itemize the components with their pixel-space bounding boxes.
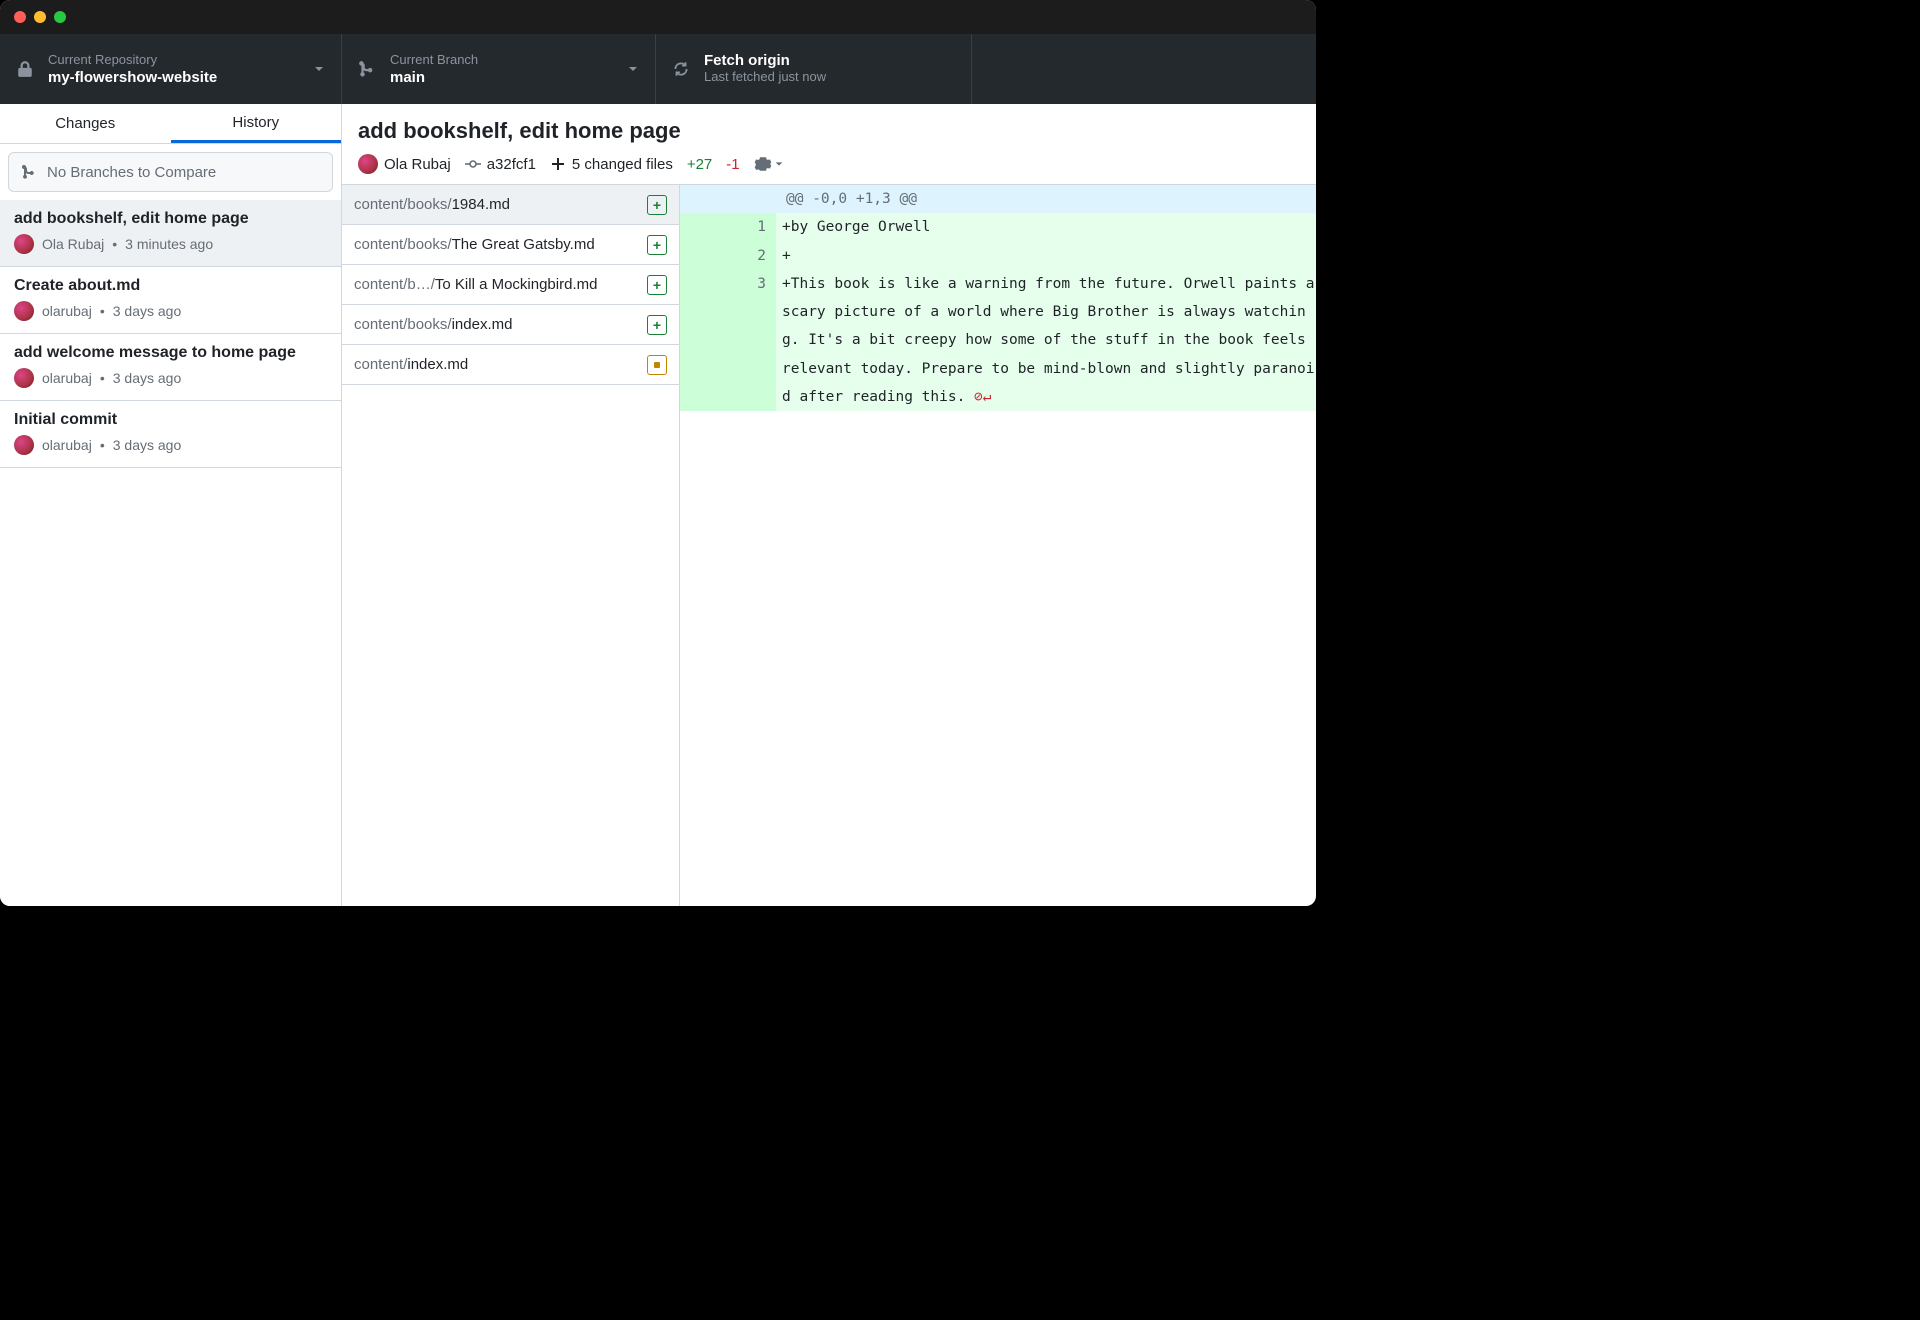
window-zoom-button[interactable] <box>54 11 66 23</box>
file-added-icon: + <box>647 275 667 295</box>
branch-compare-selector[interactable]: No Branches to Compare <box>8 152 333 192</box>
window-close-button[interactable] <box>14 11 26 23</box>
file-path: content/books/The Great Gatsby.md <box>354 236 639 253</box>
chevron-down-icon <box>627 63 639 75</box>
macos-titlebar <box>0 0 1316 34</box>
detail-pane: add bookshelf, edit home page Ola Rubaj … <box>342 104 1316 906</box>
gear-icon <box>754 155 772 173</box>
file-path: content/b…/To Kill a Mockingbird.md <box>354 276 639 293</box>
diff-line-added: 2+ <box>680 242 1316 270</box>
no-newline-icon: ⊘↵ <box>965 389 991 405</box>
window-minimize-button[interactable] <box>34 11 46 23</box>
file-added-icon: + <box>647 235 667 255</box>
file-modified-icon <box>647 355 667 375</box>
file-row[interactable]: content/books/1984.md + <box>342 185 679 225</box>
commit-item-time: 3 minutes ago <box>125 236 213 252</box>
deletions-count: -1 <box>726 156 739 173</box>
commit-item-title: add bookshelf, edit home page <box>14 210 327 228</box>
diff-line-added: 1+by George Orwell <box>680 213 1316 241</box>
git-branch-icon <box>21 164 37 180</box>
avatar <box>358 154 378 174</box>
content-split: content/books/1984.md+content/books/The … <box>342 185 1316 906</box>
repo-value: my-flowershow-website <box>48 69 299 86</box>
diff-icon <box>550 156 566 172</box>
avatar <box>14 368 34 388</box>
fetch-label: Fetch origin <box>704 52 955 69</box>
branch-compare-label: No Branches to Compare <box>47 164 216 181</box>
branch-label: Current Branch <box>390 52 613 67</box>
commit-item-meta: olarubaj•3 days ago <box>14 435 327 455</box>
current-branch-selector[interactable]: Current Branch main <box>342 34 656 104</box>
commit-item[interactable]: Create about.md olarubaj•3 days ago <box>0 267 341 334</box>
branch-value: main <box>390 69 613 86</box>
repo-label: Current Repository <box>48 52 299 67</box>
commit-meta-row: Ola Rubaj a32fcf1 5 changed files <box>358 154 1300 174</box>
lock-icon <box>16 60 34 78</box>
diff-line-added: 3+This book is like a warning from the f… <box>680 270 1316 411</box>
file-path: content/index.md <box>354 356 639 373</box>
file-row[interactable]: content/b…/To Kill a Mockingbird.md + <box>342 265 679 305</box>
commit-item-time: 3 days ago <box>113 370 182 386</box>
current-repository-selector[interactable]: Current Repository my-flowershow-website <box>0 34 342 104</box>
file-added-icon: + <box>647 315 667 335</box>
commit-item-time: 3 days ago <box>113 303 182 319</box>
fetch-sub: Last fetched just now <box>704 69 955 84</box>
additions-count: +27 <box>687 156 712 173</box>
changed-files-list: content/books/1984.md+content/books/The … <box>342 185 680 906</box>
files-changed-text: 5 changed files <box>572 156 673 173</box>
files-changed: 5 changed files <box>550 156 673 173</box>
commit-item-author: olarubaj <box>42 370 92 386</box>
tab-history[interactable]: History <box>171 104 342 143</box>
file-row[interactable]: content/index.md <box>342 345 679 385</box>
sync-icon <box>672 60 690 78</box>
file-path: content/books/index.md <box>354 316 639 333</box>
diff-options-button[interactable] <box>754 155 784 173</box>
author-name: Ola Rubaj <box>384 156 451 173</box>
commit-icon <box>465 156 481 172</box>
avatar <box>14 234 34 254</box>
app-window: Current Repository my-flowershow-website… <box>0 0 1316 906</box>
sidebar-tabs: Changes History <box>0 104 341 144</box>
commit-item-meta: olarubaj•3 days ago <box>14 301 327 321</box>
commit-item-time: 3 days ago <box>113 437 182 453</box>
avatar <box>14 435 34 455</box>
commit-item-title: Initial commit <box>14 411 327 429</box>
diff-view[interactable]: @@ -0,0 +1,3 @@1+by George Orwell2+3+Thi… <box>680 185 1316 906</box>
commit-item-meta: olarubaj•3 days ago <box>14 368 327 388</box>
git-branch-icon <box>358 60 376 78</box>
avatar <box>14 301 34 321</box>
file-added-icon: + <box>647 195 667 215</box>
file-row[interactable]: content/books/index.md + <box>342 305 679 345</box>
file-path: content/books/1984.md <box>354 196 639 213</box>
tab-changes[interactable]: Changes <box>0 104 171 143</box>
commit-item-title: Create about.md <box>14 277 327 295</box>
commit-item-author: olarubaj <box>42 437 92 453</box>
commit-item-author: olarubaj <box>42 303 92 319</box>
sidebar: Changes History No Branches to Compare a… <box>0 104 342 906</box>
diff-hunk-header: @@ -0,0 +1,3 @@ <box>680 185 1316 213</box>
chevron-down-icon <box>313 63 325 75</box>
commit-item-title: add welcome message to home page <box>14 344 327 362</box>
commit-item[interactable]: add welcome message to home page olarubaj… <box>0 334 341 401</box>
commit-item-author: Ola Rubaj <box>42 236 104 252</box>
commit-item[interactable]: Initial commit olarubaj•3 days ago <box>0 401 341 468</box>
main-body: Changes History No Branches to Compare a… <box>0 104 1316 906</box>
main-toolbar: Current Repository my-flowershow-website… <box>0 34 1316 104</box>
commit-item-meta: Ola Rubaj•3 minutes ago <box>14 234 327 254</box>
commit-list: add bookshelf, edit home page Ola Rubaj•3… <box>0 200 341 906</box>
commit-item[interactable]: add bookshelf, edit home page Ola Rubaj•3… <box>0 200 341 267</box>
fetch-origin-button[interactable]: Fetch origin Last fetched just now <box>656 34 972 104</box>
file-row[interactable]: content/books/The Great Gatsby.md + <box>342 225 679 265</box>
commit-sha: a32fcf1 <box>465 156 536 173</box>
commit-detail-header: add bookshelf, edit home page Ola Rubaj … <box>342 104 1316 185</box>
commit-title: add bookshelf, edit home page <box>358 118 1300 144</box>
commit-author: Ola Rubaj <box>358 154 451 174</box>
sha-value: a32fcf1 <box>487 156 536 173</box>
